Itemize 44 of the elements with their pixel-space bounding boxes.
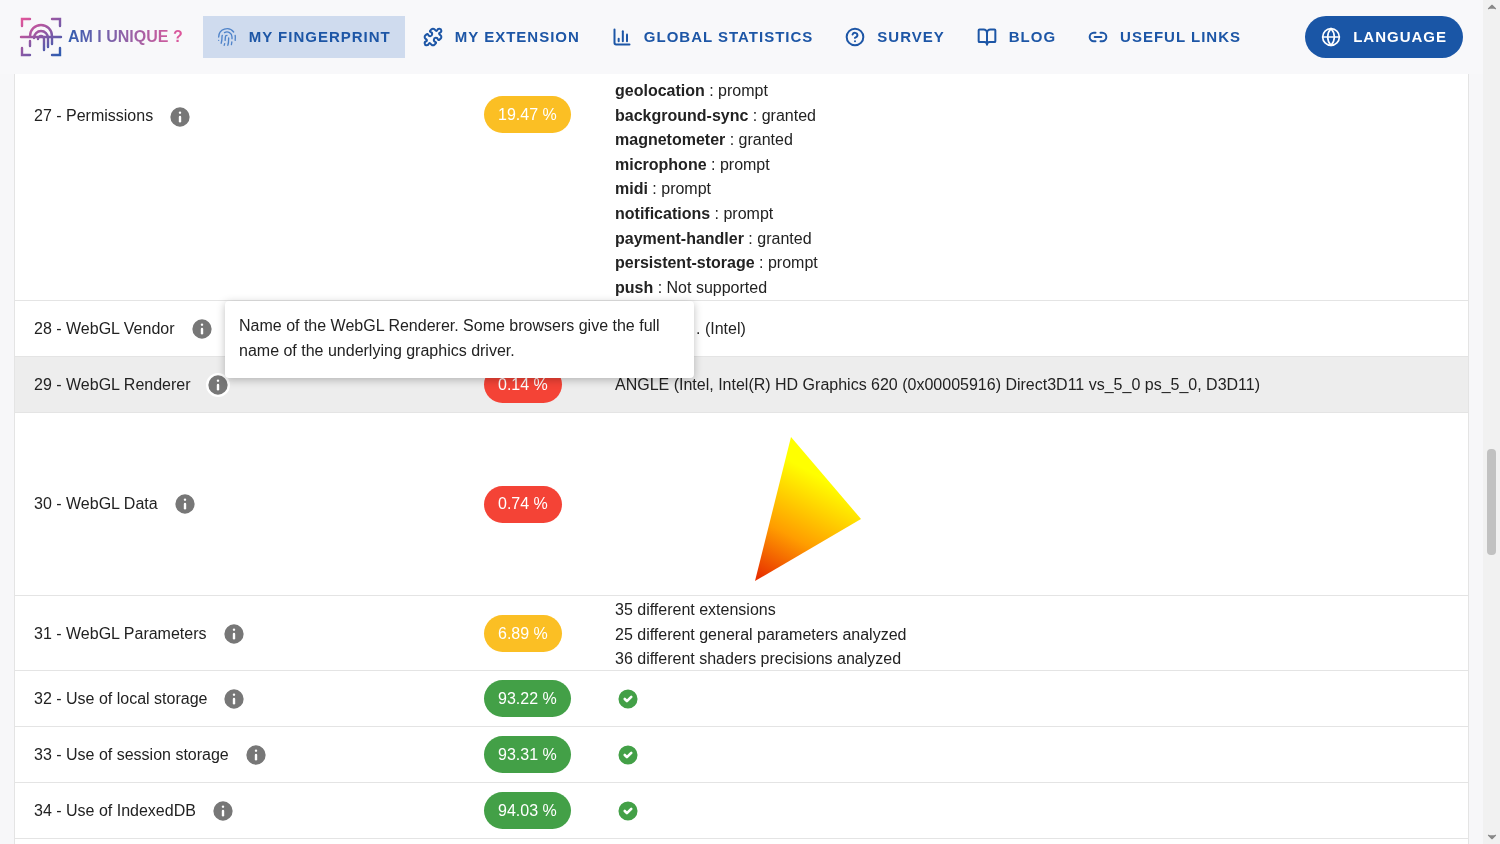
attribute-label: 33 - Use of session storage (34, 744, 229, 765)
permission-entry: midi : prompt (615, 179, 713, 200)
value-text: 35 different extensions (615, 600, 777, 620)
permission-entry: magnetometer : granted (615, 130, 794, 151)
percentage-badge: 93.22 % (484, 680, 571, 717)
attribute-label: 29 - WebGL Renderer (34, 374, 191, 395)
fingerprint-icon (216, 27, 237, 47)
nav-tab[interactable]: MY EXTENSION (408, 16, 594, 58)
info-icon[interactable] (204, 371, 231, 398)
nav-tab[interactable]: SURVEY (831, 16, 959, 58)
nav-tab[interactable]: USEFUL LINKS (1074, 16, 1255, 58)
puzzle-icon (422, 27, 443, 47)
value-text: 36 different shaders precisions analyzed (615, 649, 903, 670)
percentage-badge: 6.89 % (484, 615, 562, 653)
percentage-badge: 93.31 % (484, 736, 571, 773)
permission-entry: notifications : prompt (615, 203, 775, 224)
permission-entry: persistent-storage : prompt (615, 253, 819, 274)
attribute-label: 27 - Permissions (34, 106, 154, 126)
attribute-label: 34 - Use of IndexedDB (34, 800, 196, 821)
bar-chart-icon (611, 27, 632, 47)
book-icon (976, 27, 997, 47)
attribute-label: 28 - WebGL Vendor (34, 318, 175, 339)
tooltip: Name of the WebGL Renderer. Some browsers give the full name of the underlying graphics driver. (225, 301, 694, 378)
percentage-badge: 94.03 % (484, 792, 571, 829)
percentage-badge: 0.74 % (484, 485, 562, 523)
scrollbar-thumb[interactable] (1487, 449, 1496, 555)
language-button[interactable]: LANGUAGE (1305, 16, 1463, 58)
permission-entry: payment-handler : granted (615, 228, 813, 249)
permission-entry: geolocation : prompt (615, 81, 769, 101)
permission-entry: background-sync : granted (615, 105, 817, 126)
globe-icon (1321, 27, 1342, 47)
value-text: . (Intel) (696, 318, 746, 339)
attribute-label: 30 - WebGL Data (34, 494, 158, 514)
help-icon (845, 27, 866, 47)
attribute-label: 31 - WebGL Parameters (34, 623, 207, 644)
permission-entry: push : Not supported (615, 277, 769, 298)
nav-tab[interactable]: MY FINGERPRINT (202, 16, 405, 58)
nav-tab[interactable]: BLOG (962, 16, 1071, 58)
attribute-label: 32 - Use of local storage (34, 688, 208, 709)
value-text: 25 different general parameters analyzed (615, 624, 908, 645)
scrollbar[interactable] (1483, 0, 1500, 844)
nav-tab[interactable]: GLOBAL STATISTICS (597, 16, 828, 58)
permission-entry: microphone : prompt (615, 154, 771, 175)
percentage-badge: 19.47 % (484, 96, 571, 133)
